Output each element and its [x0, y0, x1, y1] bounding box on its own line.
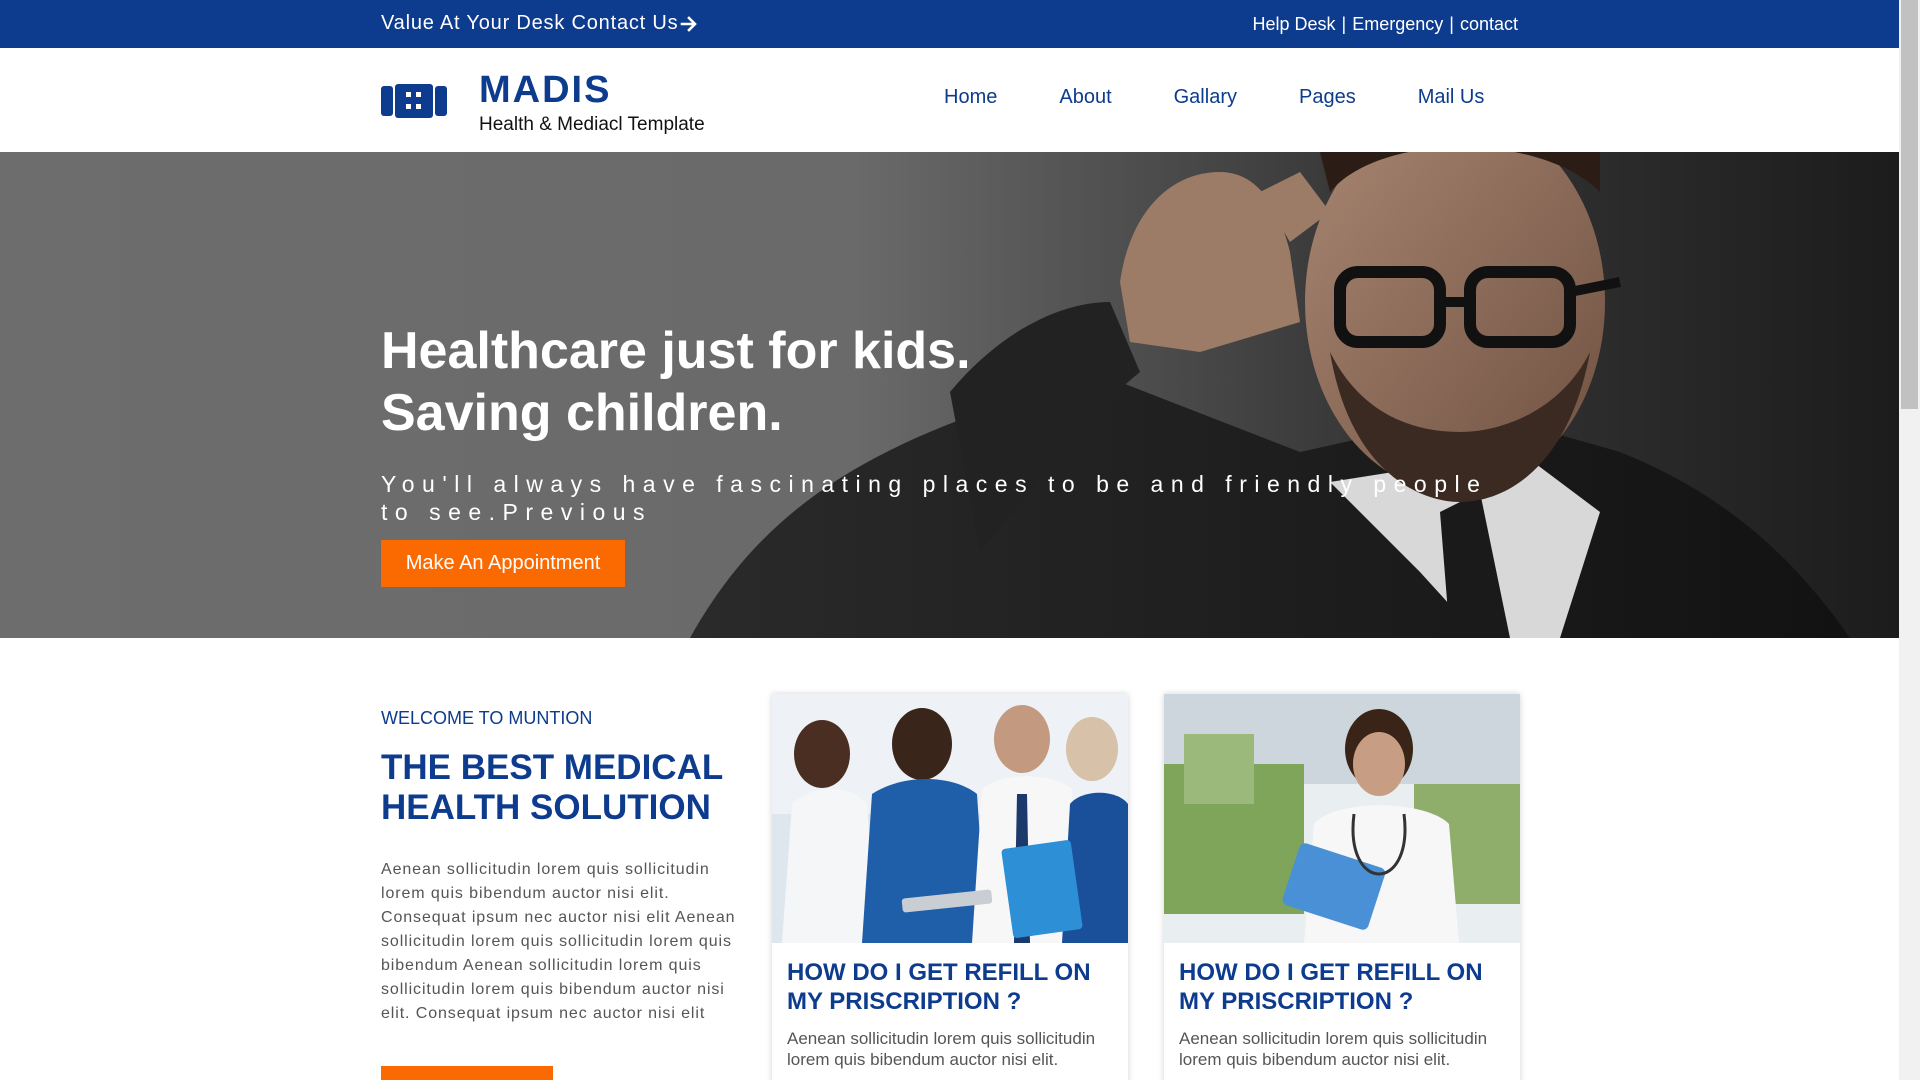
read-more-button[interactable]	[381, 1066, 553, 1080]
page: Value At Your Desk Contact Us Help Desk …	[0, 0, 1899, 1080]
hospital-logo-icon[interactable]	[381, 84, 447, 118]
hero-title-line1: Healthcare just for kids.	[381, 322, 971, 380]
separator: |	[1341, 14, 1347, 34]
topbar-tagline: Value At Your Desk Contact Us	[381, 12, 679, 34]
contact-us-link[interactable]: Value At Your Desk Contact Us	[381, 12, 698, 35]
doctors-team-image	[772, 694, 1128, 943]
hero-subtitle: You'll always have fascinating places to…	[381, 471, 1488, 525]
site-header: MADIS Health & Mediacl Template Home Abo…	[0, 48, 1899, 152]
card-title[interactable]: HOW DO I GET REFILL ON MY PRISCRIPTION ?	[1179, 958, 1509, 1016]
nav-home[interactable]: Home	[944, 86, 997, 109]
topbar-links: Help Desk | Emergency | contact	[1253, 14, 1519, 35]
main-nav: Home About Gallary Pages Mail Us	[944, 86, 1484, 109]
brand-tagline: Health & Mediacl Template	[479, 114, 705, 135]
card-text: Aenean sollicitudin lorem quis sollicitu…	[787, 1029, 1096, 1069]
scrollbar-thumb[interactable]	[1901, 0, 1918, 409]
doctor-tablet-image	[1164, 694, 1520, 943]
card-text: Aenean sollicitudin lorem quis sollicitu…	[1179, 1029, 1488, 1069]
faq-card[interactable]: HOW DO I GET REFILL ON MY PRISCRIPTION ?…	[772, 694, 1128, 1080]
nav-gallary[interactable]: Gallary	[1174, 86, 1237, 109]
help-desk-link[interactable]: Help Desk	[1253, 14, 1336, 35]
faq-card[interactable]: HOW DO I GET REFILL ON MY PRISCRIPTION ?…	[1164, 694, 1520, 1080]
make-appointment-button[interactable]: Make An Appointment	[381, 540, 625, 587]
nav-mail-us[interactable]: Mail Us	[1418, 86, 1485, 109]
separator: |	[1449, 14, 1454, 34]
hero-banner: Healthcare just for kids. Saving childre…	[0, 152, 1899, 638]
hero-title: Healthcare just for kids. Saving childre…	[381, 320, 971, 444]
emergency-link[interactable]: Emergency	[1352, 14, 1443, 35]
welcome-body: Aenean sollicitudin lorem quis sollicitu…	[381, 861, 736, 1022]
contact-link[interactable]: contact	[1460, 14, 1518, 35]
top-bar: Value At Your Desk Contact Us Help Desk …	[0, 0, 1899, 48]
welcome-kicker: WELCOME TO MUNTION	[381, 708, 593, 728]
brand-name[interactable]: MADIS	[479, 70, 611, 110]
arrow-right-icon	[681, 15, 698, 32]
welcome-title: THE BEST MEDICAL HEALTH SOLUTION	[381, 748, 723, 827]
hero-title-line2: Saving children.	[381, 384, 783, 442]
nav-about[interactable]: About	[1059, 86, 1111, 109]
page-scrollbar[interactable]	[1899, 0, 1920, 1080]
nav-pages[interactable]: Pages	[1299, 86, 1356, 109]
card-title[interactable]: HOW DO I GET REFILL ON MY PRISCRIPTION ?	[787, 958, 1117, 1016]
